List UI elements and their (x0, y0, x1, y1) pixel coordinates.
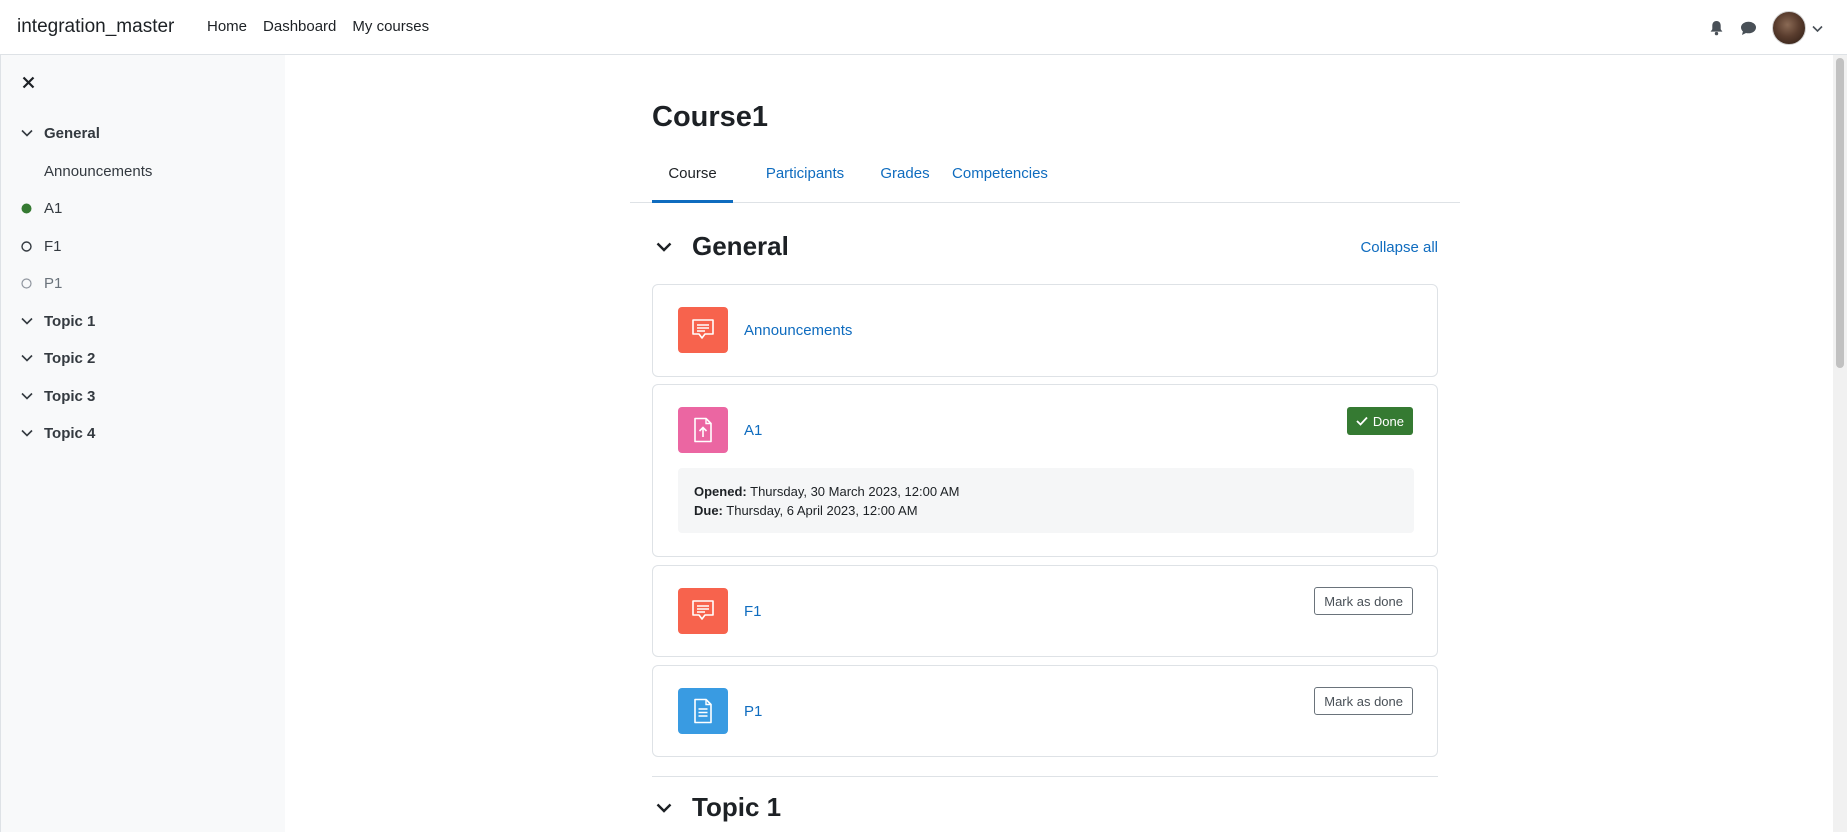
due-label: Due: (694, 503, 723, 518)
course-index-label: General (44, 124, 100, 142)
completion-incomplete-icon (21, 277, 43, 289)
opened-value: Thursday, 30 March 2023, 12:00 AM (750, 484, 960, 499)
mark-as-done-button[interactable]: Mark as done (1314, 587, 1413, 615)
nav-home[interactable]: Home (207, 18, 247, 35)
bell-icon[interactable] (1700, 12, 1732, 44)
tab-competencies[interactable]: Competencies (948, 158, 1052, 203)
avatar[interactable] (1772, 11, 1806, 45)
course-index-label: A1 (44, 199, 63, 217)
course-index-section-topic-4[interactable]: Topic 4 (1, 418, 286, 448)
course-index-item-p1[interactable]: P1 (1, 268, 286, 298)
chevron-down-icon[interactable] (652, 235, 676, 259)
page-title: Course1 (652, 101, 769, 133)
course-index-section-general[interactable]: General (1, 118, 286, 148)
course-tabs: Course Participants Grades Competencies (630, 158, 1460, 203)
chevron-down-icon[interactable] (21, 429, 43, 437)
top-navbar: integration_master Home Dashboard My cou… (0, 0, 1847, 55)
course-index-item-announcements[interactable]: Announcements (1, 156, 286, 186)
activity-a1: A1 Done Opened: Thursday, 30 March 2023,… (652, 384, 1438, 557)
due-date: Due: Thursday, 6 April 2023, 12:00 AM (694, 501, 1398, 520)
course-index-label: F1 (44, 237, 62, 255)
opened-label: Opened: (694, 484, 747, 499)
user-actions (1700, 11, 1823, 45)
activity-link[interactable]: P1 (744, 703, 762, 720)
completion-done-label: Done (1372, 413, 1404, 429)
assignment-icon (678, 407, 728, 453)
forum-icon (678, 588, 728, 634)
page-scrollbar[interactable] (1833, 55, 1847, 832)
course-index-section-topic-2[interactable]: Topic 2 (1, 343, 286, 373)
activity-f1: F1 Mark as done (652, 565, 1438, 657)
completion-complete-icon (21, 203, 43, 214)
scrollbar-thumb[interactable] (1836, 58, 1844, 368)
course-index-drawer: General Announcements A1 F1 P1 Topic 1 T… (0, 55, 285, 832)
opened-date: Opened: Thursday, 30 March 2023, 12:00 A… (694, 482, 1398, 501)
course-index-label: Topic 4 (44, 424, 96, 442)
chevron-down-icon[interactable] (21, 354, 43, 362)
forum-icon (678, 307, 728, 353)
activity-link[interactable]: F1 (744, 603, 762, 620)
course-index-label: Topic 2 (44, 349, 96, 367)
completion-incomplete-icon (21, 240, 43, 252)
course-index-label: Topic 1 (44, 312, 96, 330)
activity-p1: P1 Mark as done (652, 665, 1438, 757)
course-index-section-topic-1[interactable]: Topic 1 (1, 306, 286, 336)
tab-participants[interactable]: Participants (748, 158, 862, 203)
course-index-section-topic-3[interactable]: Topic 3 (1, 381, 286, 411)
activity-dates: Opened: Thursday, 30 March 2023, 12:00 A… (678, 468, 1414, 533)
chevron-down-icon[interactable] (652, 796, 676, 820)
page-icon (678, 688, 728, 734)
course-index-item-a1[interactable]: A1 (1, 193, 286, 223)
site-name[interactable]: integration_master (17, 16, 174, 38)
close-icon[interactable] (17, 71, 39, 93)
nav-dashboard[interactable]: Dashboard (263, 18, 336, 35)
due-value: Thursday, 6 April 2023, 12:00 AM (726, 503, 918, 518)
course-index-label: Topic 3 (44, 387, 96, 405)
section-header-general: General Collapse all (652, 229, 1438, 265)
completion-done-button[interactable]: Done (1346, 407, 1413, 435)
mark-as-done-button[interactable]: Mark as done (1314, 687, 1413, 715)
chevron-down-icon[interactable] (21, 392, 43, 400)
activity-link[interactable]: A1 (744, 422, 762, 439)
course-index-item-f1[interactable]: F1 (1, 231, 286, 261)
chevron-down-icon[interactable] (1812, 20, 1823, 37)
chevron-down-icon[interactable] (21, 317, 43, 325)
section-header-topic-1: Topic 1 (652, 790, 1438, 826)
tab-course[interactable]: Course (652, 158, 733, 203)
course-index-label: P1 (44, 274, 63, 292)
section-title[interactable]: Topic 1 (692, 792, 781, 823)
section-title[interactable]: General (692, 231, 789, 262)
tab-grades[interactable]: Grades (877, 158, 933, 203)
nav-my-courses[interactable]: My courses (352, 18, 429, 35)
activity-announcements: Announcements (652, 284, 1438, 377)
check-icon (1356, 416, 1368, 426)
primary-navigation: Home Dashboard My courses (207, 18, 429, 35)
activity-link[interactable]: Announcements (744, 322, 852, 339)
section-divider (652, 776, 1438, 777)
chevron-down-icon[interactable] (21, 129, 43, 137)
course-index-label: Announcements (44, 162, 153, 180)
collapse-all-link[interactable]: Collapse all (1360, 239, 1438, 256)
chat-icon[interactable] (1732, 12, 1764, 44)
